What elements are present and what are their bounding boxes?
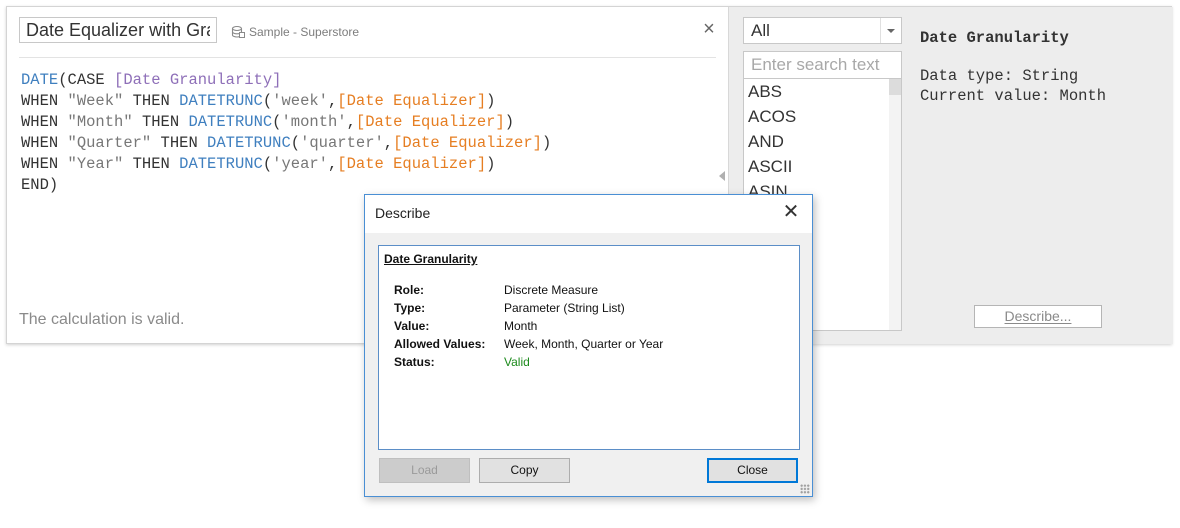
validation-message: The calculation is valid.: [19, 311, 185, 328]
collapse-panel-icon[interactable]: [719, 171, 725, 181]
describe-value: Valid: [504, 355, 530, 369]
code-line: WHEN "Quarter" THEN DATETRUNC('quarter',…: [21, 133, 711, 154]
function-list-item[interactable]: ABS: [744, 79, 901, 104]
code-line: END): [21, 175, 711, 196]
code-token: (: [262, 92, 273, 110]
code-token: ): [486, 92, 496, 110]
code-token: DATETRUNC: [188, 113, 273, 131]
code-token: "Quarter": [67, 134, 152, 152]
function-list-item[interactable]: AND: [744, 129, 901, 154]
code-token: ): [541, 134, 552, 152]
divider: [19, 57, 716, 58]
describe-key: Role:: [394, 283, 424, 297]
code-token: [Date Equalizer]: [393, 134, 542, 152]
code-line: DATE(CASE [Date Granularity]: [21, 70, 711, 91]
function-list-item[interactable]: ACOS: [744, 104, 901, 129]
code-token: (: [290, 134, 301, 152]
code-token: 'week': [272, 92, 328, 110]
describe-key: Value:: [394, 319, 430, 333]
describe-value: Parameter (String List): [504, 301, 625, 315]
describe-value: Week, Month, Quarter or Year: [504, 337, 664, 351]
datasource-label: Sample - Superstore: [231, 23, 359, 41]
help-title: Date Granularity: [920, 29, 1069, 47]
code-token: DATE: [21, 71, 59, 89]
describe-content: Date Granularity Role: Discrete Measure Ty…: [378, 245, 800, 450]
code-token: ,: [383, 134, 394, 152]
function-category-value: All: [751, 21, 770, 40]
close-button[interactable]: Close: [707, 458, 798, 483]
calculation-name-input[interactable]: [19, 17, 217, 43]
code-line: WHEN "Month" THEN DATETRUNC('month',[Dat…: [21, 112, 711, 133]
code-token: [Date Equalizer]: [337, 92, 487, 110]
code-token: END): [21, 176, 59, 194]
copy-button[interactable]: Copy: [479, 458, 570, 483]
function-search-input[interactable]: [743, 51, 902, 79]
code-token: 'year': [272, 155, 328, 173]
describe-row: Value: Month: [394, 319, 537, 333]
close-icon[interactable]: ✕: [782, 202, 800, 222]
describe-value: Discrete Measure: [504, 283, 599, 297]
resize-grip-icon[interactable]: [800, 484, 810, 494]
help-current-value: Current value: Month: [920, 87, 1107, 105]
code-line: WHEN "Week" THEN DATETRUNC('week',[Date …: [21, 91, 711, 112]
datasource-name: Sample - Superstore: [249, 25, 360, 39]
describe-row: Role: Discrete Measure: [394, 283, 598, 297]
code-token: (CASE: [58, 71, 115, 89]
code-token: WHEN: [21, 155, 68, 173]
describe-heading: Date Granularity: [384, 252, 478, 266]
code-token: THEN: [132, 113, 189, 131]
code-token: THEN: [151, 134, 208, 152]
code-line: WHEN "Year" THEN DATETRUNC('year',[Date …: [21, 154, 711, 175]
code-token: WHEN: [21, 92, 68, 110]
describe-row: Allowed Values: Week, Month, Quarter or Y…: [394, 337, 663, 351]
code-token: DATETRUNC: [179, 92, 263, 110]
code-token: "Week": [67, 92, 124, 110]
describe-dialog: Describe ✕ Date Granularity Role: Discret…: [364, 194, 813, 497]
describe-value: Month: [504, 319, 538, 333]
chevron-down-icon[interactable]: [880, 18, 901, 43]
code-token: (: [262, 155, 273, 173]
database-icon: [231, 25, 245, 38]
describe-button[interactable]: Describe...: [974, 305, 1102, 328]
code-token: 'quarter': [300, 134, 384, 152]
code-token: WHEN: [21, 134, 68, 152]
function-list-scrollbar[interactable]: [889, 79, 901, 330]
code-token: ): [486, 155, 496, 173]
dialog-title: Describe: [375, 205, 431, 221]
dialog-titlebar: Describe ✕: [365, 195, 812, 233]
load-button[interactable]: Load: [379, 458, 470, 483]
code-token: DATETRUNC: [179, 155, 263, 173]
describe-key: Allowed Values:: [394, 337, 486, 351]
describe-row: Type: Parameter (String List): [394, 301, 625, 315]
code-token: THEN: [123, 155, 180, 173]
describe-key: Type:: [394, 301, 426, 315]
scrollbar-thumb[interactable]: [889, 79, 901, 95]
close-icon[interactable]: ×: [700, 19, 718, 39]
code-token: ,: [327, 92, 338, 110]
code-token: [Date Equalizer]: [337, 155, 487, 173]
code-token: 'month': [281, 113, 347, 131]
describe-row: Status: Valid: [394, 355, 530, 369]
code-token: [Date Granularity]: [114, 71, 282, 89]
describe-key: Status:: [394, 355, 435, 369]
formula-editor[interactable]: DATE(CASE [Date Granularity] WHEN "Week" …: [21, 70, 711, 210]
function-list-item[interactable]: ASCII: [744, 154, 901, 179]
code-token: ,: [346, 113, 356, 131]
code-token: [Date Equalizer]: [355, 113, 505, 131]
code-token: DATETRUNC: [207, 134, 291, 152]
help-data-type: Data type: String: [920, 67, 1079, 85]
code-token: ,: [327, 155, 338, 173]
code-token: THEN: [123, 92, 180, 110]
code-token: "Month": [67, 113, 133, 131]
function-category-select[interactable]: All: [743, 17, 902, 44]
code-token: "Year": [67, 155, 124, 173]
code-token: WHEN: [21, 113, 68, 131]
code-token: ): [504, 113, 515, 131]
